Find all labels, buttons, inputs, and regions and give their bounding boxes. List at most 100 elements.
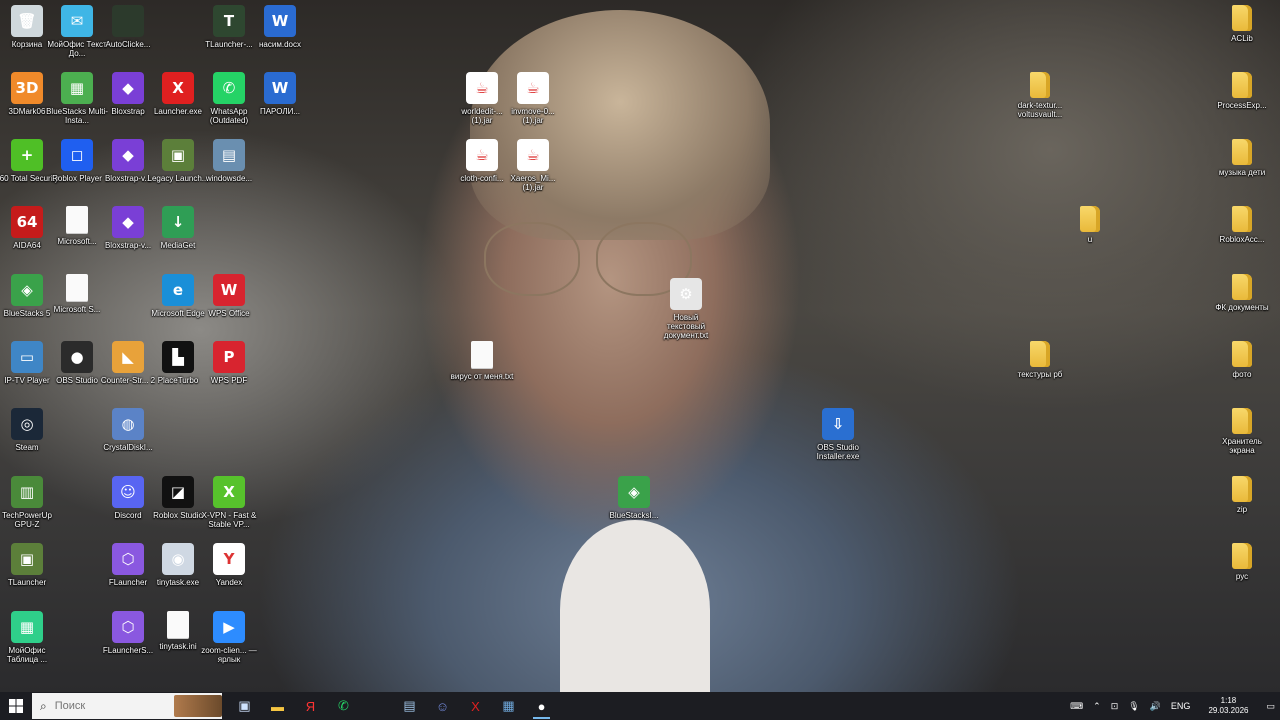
search-icon: ⌕ bbox=[40, 698, 47, 713]
myoffice-table-icon: ▦ bbox=[11, 611, 43, 643]
taskbar-app-blank[interactable] bbox=[360, 692, 393, 720]
desktop-icon-obs-installer[interactable]: ⇩ OBS Studio Installer.exe bbox=[808, 408, 868, 461]
desktop-icon-yandex[interactable]: Y Yandex bbox=[199, 543, 259, 587]
desktop-icon-folder-fk-docs[interactable]: ФК документы bbox=[1212, 274, 1272, 312]
desktop-icon-mediaget[interactable]: ↓ MediaGet bbox=[148, 206, 208, 250]
wallpaper-shirt bbox=[560, 520, 710, 692]
whatsapp-icon: ✆ bbox=[338, 698, 349, 713]
folder-icon bbox=[1232, 206, 1252, 232]
desktop-icon-label: zip bbox=[1236, 505, 1248, 514]
mediaget-icon: ↓ bbox=[162, 206, 194, 238]
desktop-icon-label: насим.docx bbox=[259, 40, 301, 49]
volume-icon[interactable]: 🔊 bbox=[1150, 701, 1161, 712]
worldedit-jar-icon: ☕ bbox=[466, 72, 498, 104]
desktop-icon-label: ФК документы bbox=[1215, 303, 1269, 312]
desktop-icon-folder-screensaver[interactable]: Хранитель экрана bbox=[1212, 408, 1272, 455]
launcher-exe-icon: X bbox=[162, 72, 194, 104]
desktop-icon-new-text-doc[interactable]: ⚙ Новый текстовый документ.txt bbox=[656, 278, 716, 340]
windows-icon bbox=[9, 699, 23, 713]
desktop-icon-tlauncher-2[interactable]: ▣ TLauncher bbox=[0, 543, 57, 587]
desktop-icon-label: windowsde... bbox=[205, 174, 253, 183]
desktop-icon-label: МойОфис Таблица ... bbox=[6, 646, 48, 664]
taskbar-app-launcher[interactable]: X bbox=[459, 692, 492, 720]
desktop-icon-folder-aclib[interactable]: ACLib bbox=[1212, 5, 1272, 43]
desktop-icon-virus-txt[interactable]: вирус от меня.txt bbox=[451, 341, 513, 381]
desktop-icon-label: WPS PDF bbox=[210, 376, 248, 385]
desktop-icon-folder-rus[interactable]: рус bbox=[1212, 543, 1272, 581]
microphone-icon[interactable]: 🎙 bbox=[1128, 701, 1139, 712]
network-icon[interactable]: ⊡ bbox=[1111, 701, 1119, 712]
taskbar-app-yandex-browser[interactable]: Я bbox=[294, 692, 327, 720]
desktop-icon-wps-pdf[interactable]: P WPS PDF bbox=[199, 341, 259, 385]
desktop-icon-zoom[interactable]: ▶ zoom-clien... — ярлык bbox=[199, 611, 259, 664]
desktop-icon-windowsde[interactable]: ▤ windowsde... bbox=[199, 139, 259, 183]
taskbar-app-discord[interactable]: ☺ bbox=[426, 692, 459, 720]
desktop-icon-label: X-VPN - Fast & Stable VP... bbox=[201, 511, 257, 529]
bluestacks-multi-icon: ▦ bbox=[61, 72, 93, 104]
wps-pdf-icon: P bbox=[213, 341, 245, 373]
yandex-browser-icon: Я bbox=[305, 698, 316, 714]
desktop-icon-autoclicker[interactable]: AutoClicke... bbox=[98, 5, 158, 49]
desktop-icon-bluestacks-shortcut[interactable]: ◈ BlueStacksI... bbox=[604, 476, 664, 520]
folder-icon bbox=[1080, 206, 1100, 232]
folder-icon bbox=[1232, 408, 1252, 434]
bluestacks5-icon: ◈ bbox=[11, 274, 43, 306]
taskbar-search[interactable]: ⌕ bbox=[32, 693, 222, 719]
obs-studio-icon: ● bbox=[61, 341, 93, 373]
keyboard-icon[interactable]: ⌨ bbox=[1070, 701, 1083, 712]
desktop-icon-folder-zip[interactable]: zip bbox=[1212, 476, 1272, 514]
taskbar-app-file-explorer[interactable]: ▬ bbox=[261, 692, 294, 720]
desktop-icon-word-doc-nasim[interactable]: Wнасим.docx bbox=[250, 5, 310, 49]
desktop-icon-label: WPS Office bbox=[208, 309, 250, 318]
obs-icon: ● bbox=[537, 698, 546, 714]
xvpn-icon: X bbox=[213, 476, 245, 508]
desktop-icon-paroli-doc[interactable]: W ПАРОЛИ... bbox=[250, 72, 310, 116]
tlauncher-2-icon: ▣ bbox=[11, 543, 43, 575]
desktop-icon-steam[interactable]: ◎ Steam bbox=[0, 408, 57, 452]
desktop-icon-folder-processexp[interactable]: ProcessExp... bbox=[1212, 72, 1272, 110]
desktop-icon-crystaldisk[interactable]: ◍ CrystalDiskI... bbox=[98, 408, 158, 452]
desktop-icon-folder-music[interactable]: музыка дети bbox=[1212, 139, 1272, 177]
desktop-icon-label: dark-textur... voltusvault... bbox=[1017, 101, 1063, 119]
desktop-icon-label: AutoClicke... bbox=[105, 40, 151, 49]
desktop-icon-xaeros-jar[interactable]: ☕ Xaeros_Mi... (1).jar bbox=[503, 139, 563, 192]
taskbar-app-task-view[interactable]: ▣ bbox=[228, 692, 261, 720]
notifications-icon[interactable]: ▭ bbox=[1266, 701, 1275, 712]
clock[interactable]: 1:18 29.03.2026 bbox=[1203, 696, 1253, 716]
yandex-icon: Y bbox=[213, 543, 245, 575]
chevron-up-icon[interactable]: ⌃ bbox=[1093, 701, 1101, 712]
discord-icon: ☺ bbox=[435, 698, 450, 714]
start-button[interactable] bbox=[0, 692, 32, 720]
cloth-config-jar-icon: ☕ bbox=[466, 139, 498, 171]
desktop-icon-folder-textures[interactable]: текстуры рб bbox=[1010, 341, 1070, 379]
desktop-icon-xvpn[interactable]: X X-VPN - Fast & Stable VP... bbox=[199, 476, 259, 529]
placeturbo-icon: ▙ bbox=[162, 341, 194, 373]
taskbar-app-whatsapp[interactable]: ✆ bbox=[327, 692, 360, 720]
taskbar-app-obs[interactable]: ● bbox=[525, 692, 558, 720]
desktop-wallpaper: 🗑 Корзина ✉ МойОфис Текст До... AutoClicke..… bbox=[0, 0, 1280, 692]
desktop-icon-techpowerup-gpuz[interactable]: ▥ TechPowerUp GPU-Z bbox=[0, 476, 57, 529]
desktop-icon-wps-office[interactable]: W WPS Office bbox=[199, 274, 259, 318]
taskbar-app-windowsde[interactable]: ▤ bbox=[393, 692, 426, 720]
bloxstrap-3-icon: ◆ bbox=[112, 206, 144, 238]
desktop-icon-label: текстуры рб bbox=[1017, 370, 1063, 379]
myoffice-text-icon: ✉ bbox=[61, 5, 93, 37]
desktop-icon-folder-u[interactable]: u bbox=[1060, 206, 1120, 244]
crystaldisk-icon: ◍ bbox=[112, 408, 144, 440]
desktop-icon-dark-textur-zip[interactable]: dark-textur... voltusvault... bbox=[1010, 72, 1070, 119]
folder-icon bbox=[1030, 341, 1050, 367]
language-indicator[interactable]: ENG bbox=[1171, 701, 1191, 711]
folder-icon bbox=[1030, 72, 1050, 98]
folder-icon bbox=[1232, 476, 1252, 502]
desktop-icon-label: CrystalDiskI... bbox=[103, 443, 153, 452]
taskbar-app-calculator[interactable]: ▦ bbox=[492, 692, 525, 720]
task-view-icon: ▣ bbox=[238, 698, 251, 713]
search-input[interactable] bbox=[52, 699, 177, 713]
desktop-icon-folder-robloxacc[interactable]: RobloxAcc... bbox=[1212, 206, 1272, 244]
desktop-icon-folder-photo[interactable]: фото bbox=[1212, 341, 1272, 379]
desktop-icon-microsoft-doc-2[interactable]: Microsoft S... bbox=[47, 274, 107, 314]
desktop-icon-myoffice-table[interactable]: ▦ МойОфис Таблица ... bbox=[0, 611, 57, 664]
folder-icon bbox=[1232, 341, 1252, 367]
desktop-icon-invmove-jar[interactable]: ☕ invmove-0... (1).jar bbox=[503, 72, 563, 125]
recycle-bin-icon: 🗑 bbox=[11, 5, 43, 37]
